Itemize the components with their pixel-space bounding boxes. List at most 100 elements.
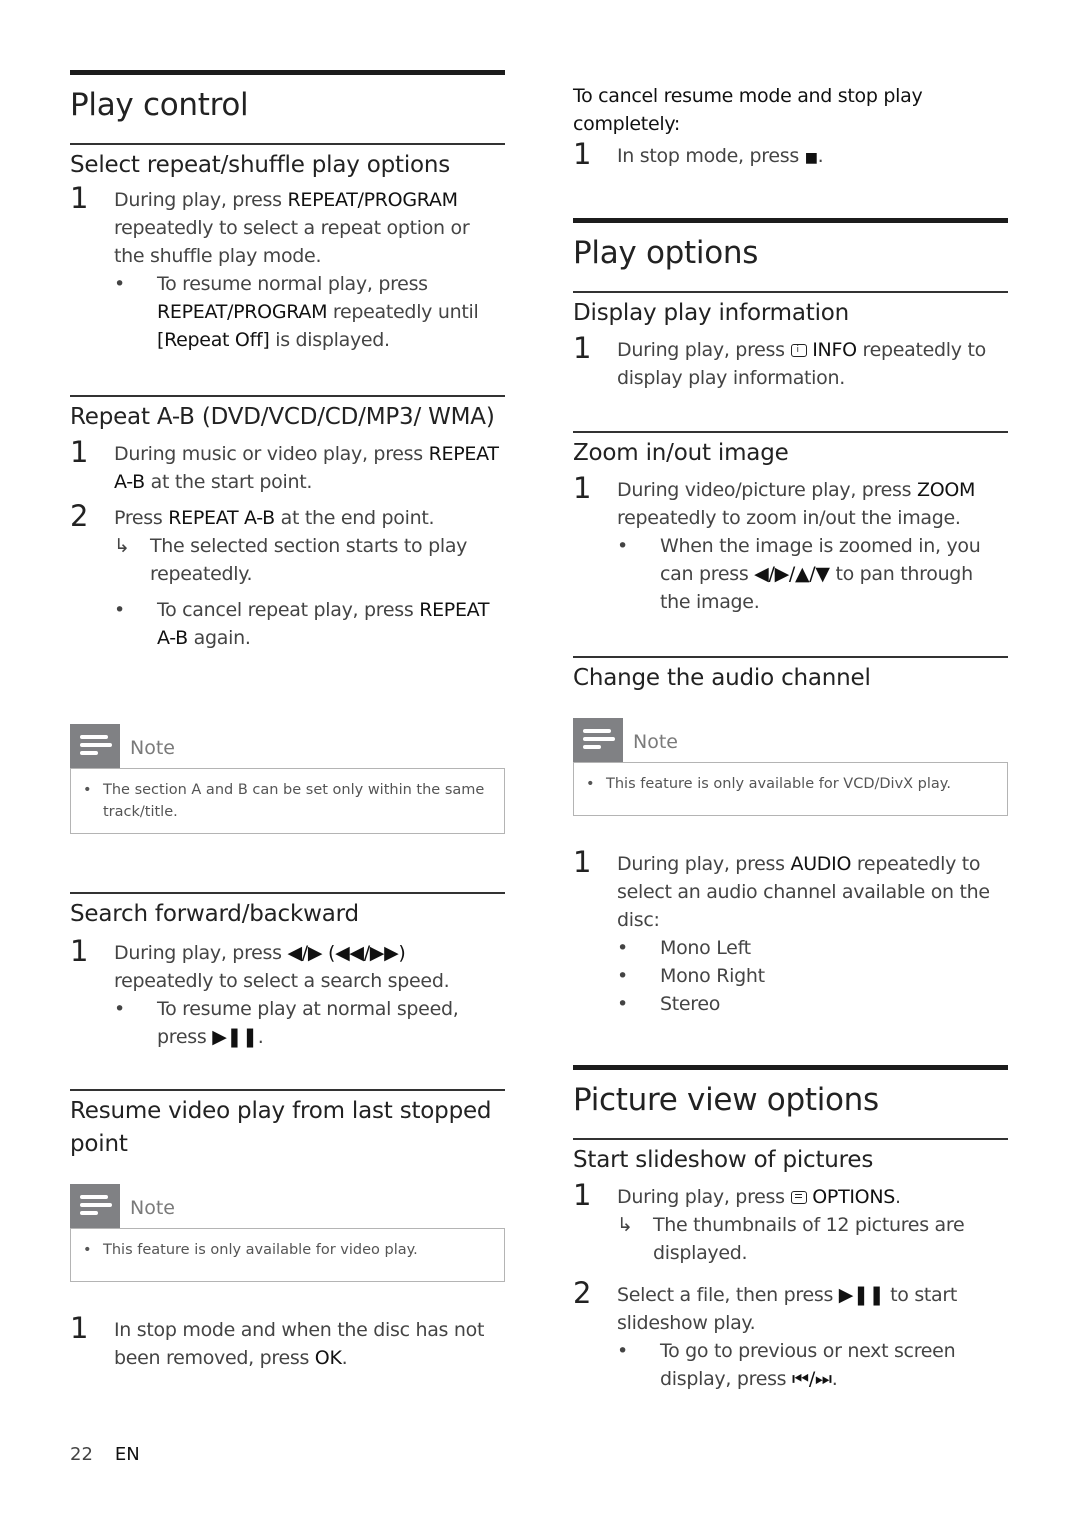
page-title-play-options: Play options [573, 235, 759, 271]
page-title-play-control: Play control [70, 87, 249, 123]
step-text: In stop mode and when the disc has not b… [114, 1319, 485, 1369]
bullet-text: is displayed. [269, 328, 390, 351]
note-text: This feature is only available for VCD/D… [606, 776, 951, 792]
stop-icon: ■ [804, 150, 818, 166]
result-item: ↳ The selected section starts to play re… [114, 532, 505, 588]
subheading-rule [573, 291, 1008, 293]
step-text: . [817, 145, 824, 167]
bullet-icon: • [617, 937, 628, 959]
note-icon [70, 1184, 120, 1228]
step-number: 1 [70, 1311, 89, 1345]
subsection-audio: Change the audio channel [573, 656, 1008, 695]
step-number: 1 [573, 470, 592, 505]
step-text: repeatedly to zoom in/out the image. [617, 506, 961, 529]
subheading-rule [573, 656, 1008, 658]
step-text: at the end point. [274, 506, 435, 529]
option-text: Mono Right [660, 965, 765, 987]
bullet-item: • To go to previous or next screen displ… [617, 1337, 1008, 1393]
step-number: 2 [573, 1275, 592, 1310]
step-number: 1 [70, 434, 89, 469]
subsection-slideshow: Start slideshow of pictures 1 During pla… [573, 1138, 1008, 1393]
audio-option: • Mono Left [617, 934, 1008, 962]
step-text: . [341, 1347, 348, 1369]
subheading: Display play information [573, 299, 850, 326]
subsection-zoom: Zoom in/out image 1 During video/picture… [573, 431, 1008, 616]
key-label: ZOOM [917, 478, 976, 501]
audio-option: • Stereo [617, 990, 1008, 1018]
result-arrow-icon: ↳ [617, 1213, 633, 1236]
step-number: 2 [70, 498, 89, 533]
key-label: REPEAT A-B [168, 506, 275, 529]
option-text: Mono Left [660, 937, 751, 959]
note-repeat-ab: Note • The section A and B can be set on… [70, 724, 505, 834]
subheading-rule [70, 395, 505, 397]
subheading-rule [70, 892, 505, 894]
bullet-item: • When the image is zoomed in, you can p… [617, 532, 1008, 616]
subheading: Select repeat/shuffle play options [70, 151, 451, 178]
audio-option: • Mono Right [617, 962, 1008, 990]
subheading-rule [573, 1138, 1008, 1140]
display-message: [Repeat Off] [157, 328, 270, 351]
note-box: • This feature is only available for vid… [70, 1228, 505, 1282]
step-text: repeatedly to select a repeat option or … [114, 216, 470, 267]
play-pause-icon: ▶❚❚ [838, 1283, 885, 1306]
step-1: 1 During video/picture play, press ZOOM … [573, 470, 1008, 616]
cancel-resume-heading: To cancel resume mode and stop play comp… [573, 85, 923, 135]
key-label: OK [314, 1347, 342, 1369]
bullet-icon: • [617, 534, 628, 557]
result-item: ↳ The thumbnails of 12 pictures are disp… [617, 1211, 1008, 1267]
note-header: Note [573, 718, 1008, 762]
step-text: During play, press [114, 941, 288, 964]
bullet-text: . [831, 1367, 838, 1390]
section-play-control: Play control [70, 70, 505, 125]
previous-next-icon: ⏮/⏭ [792, 1367, 832, 1390]
subheading: Resume video play from last stopped poin… [70, 1097, 492, 1157]
step-number: 1 [70, 933, 89, 968]
subheading: Search forward/backward [70, 900, 359, 927]
bullet-icon: • [114, 997, 125, 1020]
note-audio: Note • This feature is only available fo… [573, 718, 1008, 816]
option-text: Stereo [660, 993, 721, 1015]
step-text: Press [114, 506, 169, 529]
step-text: During play, press [114, 188, 288, 211]
step-text: Select a file, then press [617, 1283, 839, 1306]
page-number: 22 [70, 1444, 93, 1465]
step-1: 1 During play, press ◀/▶ (◀◀/▶▶) repeate… [70, 933, 505, 1051]
cancel-resume: To cancel resume mode and stop play comp… [573, 82, 1008, 172]
bullet-item: • To resume normal play, press REPEAT/PR… [114, 270, 505, 354]
subsection-repeat-shuffle: Select repeat/shuffle play options 1 Dur… [70, 143, 505, 354]
result-text: The thumbnails of 12 pictures are displa… [653, 1213, 965, 1264]
bullet-text: To cancel repeat play, press [157, 598, 420, 621]
bullet-icon: • [617, 965, 628, 987]
play-pause-icon: ▶❚❚ [212, 1025, 258, 1048]
note-box: • This feature is only available for VCD… [573, 762, 1008, 816]
subheading-rule [70, 143, 505, 145]
subheading: Repeat A-B (DVD/VCD/CD/MP3/ WMA) [70, 403, 495, 430]
step-text: During video/picture play, press [617, 478, 917, 501]
heading-rule [573, 218, 1008, 223]
bullet-text: To resume play at normal speed, press [157, 997, 459, 1048]
step-text: During play, press [617, 1185, 791, 1208]
subheading: Change the audio channel [573, 664, 871, 691]
audio-steps: 1 During play, press AUDIO repeatedly to… [573, 848, 1008, 1018]
key-label: REPEAT/PROGRAM [287, 188, 458, 211]
step-1: 1 In stop mode, press ■. [573, 140, 1008, 172]
subsection-resume: Resume video play from last stopped poin… [70, 1089, 505, 1161]
note-icon [70, 724, 120, 768]
subsection-display-info: Display play information 1 During play, … [573, 291, 1008, 392]
bullet-item: • To cancel repeat play, press REPEAT A-… [114, 596, 505, 652]
bullet-text: . [257, 1025, 264, 1048]
step-number: 1 [573, 330, 592, 365]
note-label: Note [130, 1197, 175, 1219]
step-text: at the start point. [144, 470, 313, 493]
result-arrow-icon: ↳ [114, 534, 130, 557]
bullet-icon: • [83, 1242, 92, 1258]
subheading-rule [70, 1089, 505, 1091]
key-label: AUDIO [790, 853, 852, 875]
language-code: EN [114, 1444, 140, 1465]
bullet-item: • To resume play at normal speed, press … [114, 995, 505, 1051]
step-1: 1 During play, press AUDIO repeatedly to… [573, 848, 1008, 1018]
page-footer: 22 EN [70, 1444, 140, 1465]
note-text: This feature is only available for video… [103, 1242, 418, 1258]
key-label: INFO [812, 338, 857, 361]
